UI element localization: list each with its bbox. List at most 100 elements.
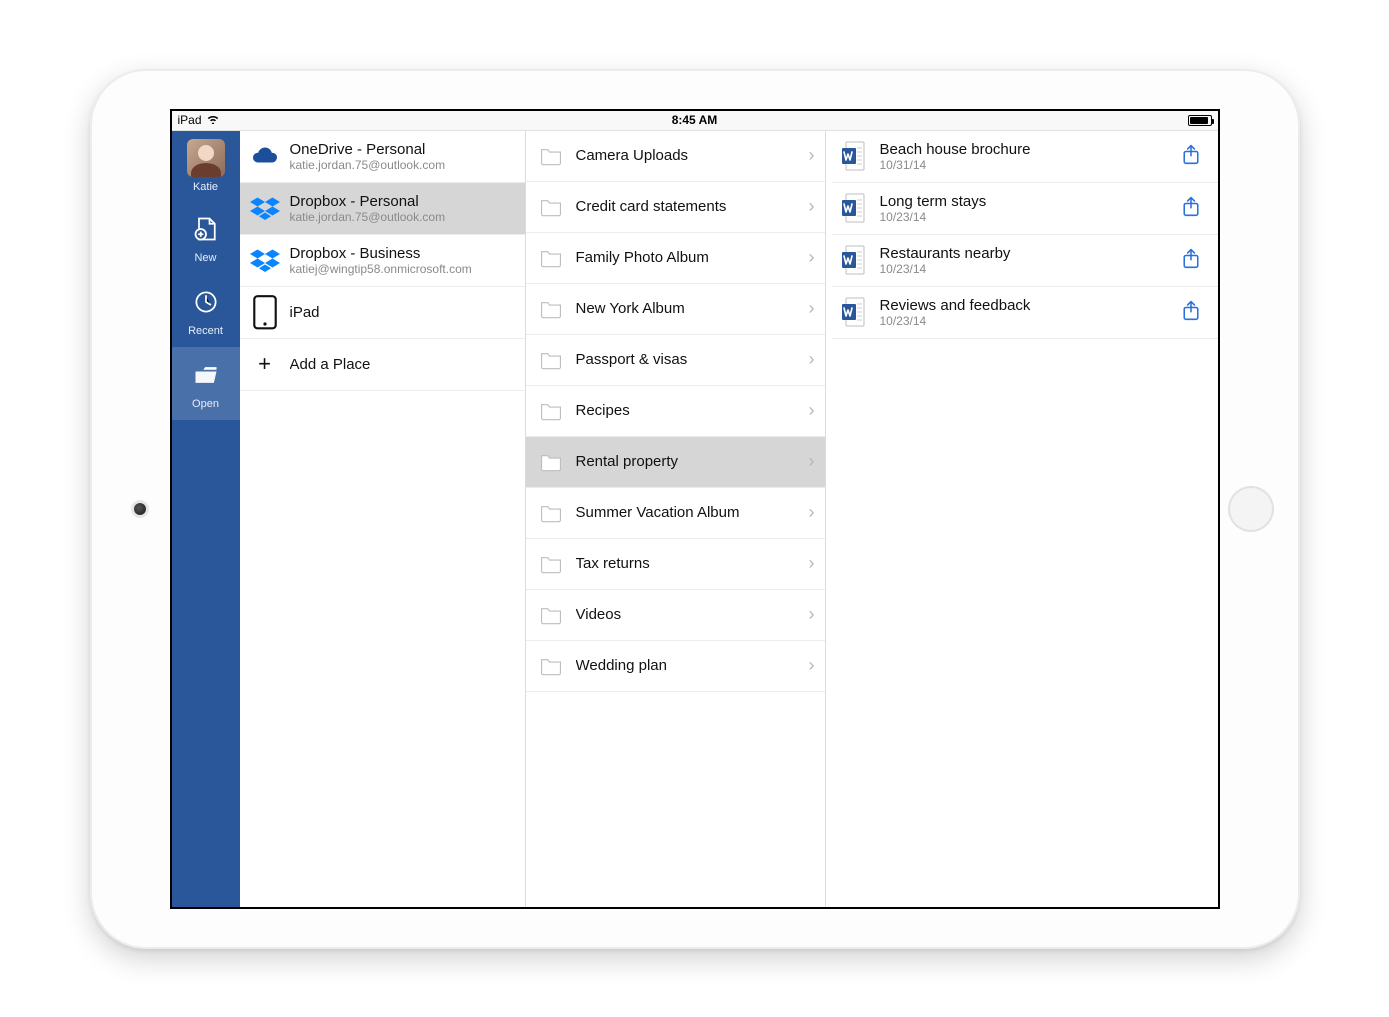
- new-doc-icon: [172, 215, 240, 248]
- folder-row[interactable]: Rental property ›: [526, 437, 825, 488]
- chevron-right-icon: ›: [809, 196, 815, 217]
- chevron-right-icon: ›: [809, 400, 815, 421]
- place-title: Add a Place: [290, 356, 371, 373]
- place-title: Dropbox - Personal: [290, 193, 446, 210]
- folder-row[interactable]: Summer Vacation Album ›: [526, 488, 825, 539]
- folder-icon: [538, 400, 564, 422]
- share-button[interactable]: [1180, 299, 1206, 325]
- share-button[interactable]: [1180, 195, 1206, 221]
- ipad-device-frame: iPad 8:45 AM Katie: [90, 69, 1300, 949]
- clock-icon: [172, 288, 240, 321]
- file-name: Reviews and feedback: [880, 297, 1168, 314]
- folder-row[interactable]: Camera Uploads ›: [526, 131, 825, 182]
- folder-icon: [538, 298, 564, 320]
- folder-row[interactable]: New York Album ›: [526, 284, 825, 335]
- place-subtitle: katiej@wingtip58.onmicrosoft.com: [290, 262, 472, 276]
- status-bar: iPad 8:45 AM: [172, 111, 1218, 131]
- chevron-right-icon: ›: [809, 604, 815, 625]
- file-row[interactable]: Reviews and feedback 10/23/14: [832, 287, 1218, 339]
- screen: iPad 8:45 AM Katie: [170, 109, 1220, 909]
- folder-name: Summer Vacation Album: [576, 504, 797, 521]
- word-doc-icon: [840, 140, 868, 172]
- place-dropbox-personal[interactable]: Dropbox - Personal katie.jordan.75@outlo…: [240, 183, 525, 235]
- place-dropbox-business[interactable]: Dropbox - Business katiej@wingtip58.onmi…: [240, 235, 525, 287]
- folder-name: Wedding plan: [576, 657, 797, 674]
- folder-row[interactable]: Wedding plan ›: [526, 641, 825, 692]
- file-date: 10/23/14: [880, 314, 1168, 328]
- folder-row[interactable]: Credit card statements ›: [526, 182, 825, 233]
- folder-row[interactable]: Passport & visas ›: [526, 335, 825, 386]
- share-button[interactable]: [1180, 247, 1206, 273]
- plus-icon: +: [250, 351, 280, 377]
- folder-icon: [538, 349, 564, 371]
- folder-row[interactable]: Videos ›: [526, 590, 825, 641]
- folder-open-icon: [172, 361, 240, 394]
- file-row[interactable]: Long term stays 10/23/14: [832, 183, 1218, 235]
- ipad-device-icon: [250, 299, 280, 325]
- place-subtitle: katie.jordan.75@outlook.com: [290, 158, 446, 172]
- avatar: [187, 139, 225, 177]
- status-carrier: iPad: [178, 113, 202, 127]
- file-name: Long term stays: [880, 193, 1168, 210]
- device-home-button[interactable]: [1228, 486, 1274, 532]
- word-doc-icon: [840, 244, 868, 276]
- files-column: Beach house brochure 10/31/14 Long term …: [832, 131, 1218, 907]
- places-column: OneDrive - Personal katie.jordan.75@outl…: [240, 131, 526, 907]
- app-body: Katie New Recent: [172, 131, 1218, 907]
- sidebar-item-open[interactable]: Open: [172, 347, 240, 420]
- folders-column: Camera Uploads › Credit card statements …: [526, 131, 826, 907]
- sidebar-item-recent[interactable]: Recent: [172, 274, 240, 347]
- sidebar-user[interactable]: Katie: [172, 131, 240, 201]
- folder-name: New York Album: [576, 300, 797, 317]
- folder-name: Recipes: [576, 402, 797, 419]
- place-title: Dropbox - Business: [290, 245, 472, 262]
- folder-name: Camera Uploads: [576, 147, 797, 164]
- sidebar-user-name: Katie: [172, 181, 240, 193]
- place-title: iPad: [290, 304, 320, 321]
- folder-icon: [538, 553, 564, 575]
- place-onedrive-personal[interactable]: OneDrive - Personal katie.jordan.75@outl…: [240, 131, 525, 183]
- dropbox-icon: [250, 247, 280, 273]
- chevron-right-icon: ›: [809, 349, 815, 370]
- folder-icon: [538, 145, 564, 167]
- folder-name: Credit card statements: [576, 198, 797, 215]
- folder-row[interactable]: Family Photo Album ›: [526, 233, 825, 284]
- chevron-right-icon: ›: [809, 553, 815, 574]
- place-ipad[interactable]: iPad: [240, 287, 525, 339]
- folder-icon: [538, 247, 564, 269]
- folder-name: Rental property: [576, 453, 797, 470]
- sidebar-item-new[interactable]: New: [172, 201, 240, 274]
- file-row[interactable]: Restaurants nearby 10/23/14: [832, 235, 1218, 287]
- status-time: 8:45 AM: [672, 113, 718, 127]
- battery-icon: [1188, 115, 1212, 126]
- chevron-right-icon: ›: [809, 145, 815, 166]
- chevron-right-icon: ›: [809, 655, 815, 676]
- dropbox-icon: [250, 195, 280, 221]
- chevron-right-icon: ›: [809, 298, 815, 319]
- folder-icon: [538, 196, 564, 218]
- chevron-right-icon: ›: [809, 502, 815, 523]
- file-name: Restaurants nearby: [880, 245, 1168, 262]
- word-doc-icon: [840, 192, 868, 224]
- file-name: Beach house brochure: [880, 141, 1168, 158]
- folder-icon: [538, 502, 564, 524]
- folder-icon: [538, 451, 564, 473]
- share-button[interactable]: [1180, 143, 1206, 169]
- place-title: OneDrive - Personal: [290, 141, 446, 158]
- folder-row[interactable]: Tax returns ›: [526, 539, 825, 590]
- folder-icon: [538, 604, 564, 626]
- device-camera: [134, 503, 146, 515]
- sidebar-item-label: Open: [172, 398, 240, 410]
- file-row[interactable]: Beach house brochure 10/31/14: [832, 131, 1218, 183]
- chevron-right-icon: ›: [809, 451, 815, 472]
- place-add[interactable]: + Add a Place: [240, 339, 525, 391]
- place-subtitle: katie.jordan.75@outlook.com: [290, 210, 446, 224]
- folder-row[interactable]: Recipes ›: [526, 386, 825, 437]
- folder-name: Passport & visas: [576, 351, 797, 368]
- file-date: 10/23/14: [880, 210, 1168, 224]
- sidebar-item-label: New: [172, 252, 240, 264]
- file-date: 10/31/14: [880, 158, 1168, 172]
- file-date: 10/23/14: [880, 262, 1168, 276]
- sidebar-item-label: Recent: [172, 325, 240, 337]
- folder-icon: [538, 655, 564, 677]
